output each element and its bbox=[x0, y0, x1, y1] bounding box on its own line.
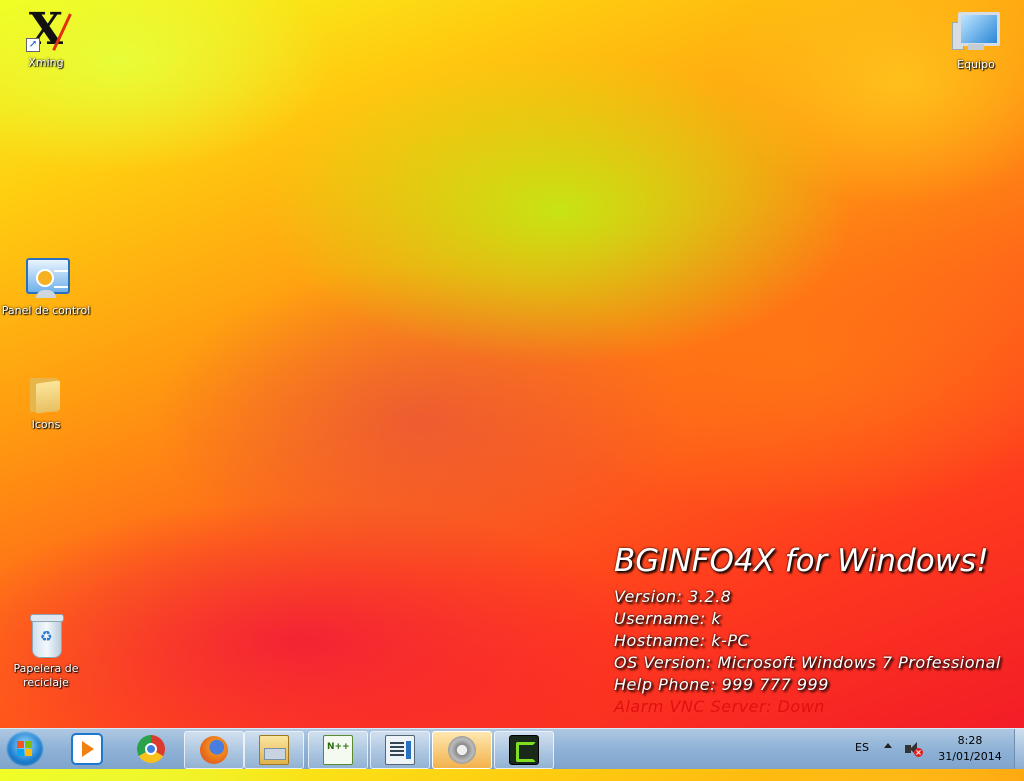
show-desktop-button[interactable] bbox=[1014, 729, 1024, 769]
taskbar-window[interactable] bbox=[370, 731, 430, 769]
taskbar-firefox[interactable] bbox=[184, 731, 244, 769]
start-button[interactable] bbox=[6, 731, 44, 767]
taskbar-greenshot[interactable] bbox=[494, 731, 554, 769]
clock-time: 8:28 bbox=[957, 734, 983, 747]
taskbar-chrome[interactable] bbox=[122, 731, 180, 767]
language-indicator[interactable]: ES bbox=[855, 741, 869, 781]
taskbar-notepad-plus-plus[interactable] bbox=[308, 731, 368, 769]
firefox-icon bbox=[200, 736, 228, 764]
xming-icon: X ↗ bbox=[22, 6, 72, 54]
taskbar-media-player[interactable] bbox=[58, 731, 116, 767]
desktop-icon-label: Icons bbox=[31, 418, 61, 431]
desktop-icon-xming[interactable]: X ↗ Xming bbox=[0, 6, 92, 70]
greenshot-icon bbox=[509, 735, 539, 765]
desktop-icon-recycle-bin[interactable]: ♻ Papelera de reciclaje bbox=[0, 612, 92, 690]
clock[interactable]: 8:28 31/01/2014 bbox=[930, 733, 1010, 765]
bginfo-os-version: OS Version: Microsoft Windows 7 Professi… bbox=[614, 653, 1001, 672]
bginfo-username: Username: k bbox=[614, 609, 722, 628]
bginfo-hostname: Hostname: k-PC bbox=[614, 631, 750, 650]
taskbar: ES × 8:28 31/01/2014 bbox=[0, 728, 1024, 769]
volume-muted-icon[interactable]: × bbox=[905, 742, 923, 757]
bginfo-panel: BGINFO4X for Windows! Version: 3.2.8 Use… bbox=[614, 540, 1001, 718]
notepad-plus-plus-icon bbox=[323, 735, 353, 765]
bginfo-help-phone: Help Phone: 999 777 999 bbox=[614, 675, 829, 694]
recycle-bin-icon: ♻ bbox=[22, 612, 70, 660]
explorer-icon bbox=[259, 735, 289, 765]
desktop-icon-label: Papelera de reciclaje bbox=[13, 662, 79, 689]
desktop-icon-label: Equipo bbox=[957, 58, 995, 71]
bginfo-version: Version: 3.2.8 bbox=[614, 587, 732, 606]
desktop-icon-equipo[interactable]: Equipo bbox=[930, 8, 1022, 72]
bginfo-alarm-vnc: Alarm VNC Server: Down bbox=[614, 697, 825, 716]
taskbar-settings[interactable] bbox=[432, 731, 492, 769]
control-panel-icon bbox=[22, 254, 70, 302]
settings-icon bbox=[448, 736, 476, 764]
folder-icon bbox=[22, 368, 70, 416]
desktop-icon-label: Xming bbox=[28, 56, 64, 69]
clock-date: 31/01/2014 bbox=[938, 750, 1002, 763]
desktop-icon-label: Panel de control bbox=[1, 304, 91, 317]
bginfo-title: BGINFO4X for Windows! bbox=[614, 543, 989, 579]
desktop-icon-control-panel[interactable]: Panel de control bbox=[0, 254, 92, 318]
desktop-icon-icons-folder[interactable]: Icons bbox=[0, 368, 92, 432]
show-hidden-icons-button[interactable] bbox=[884, 743, 892, 748]
media-player-icon bbox=[71, 733, 103, 765]
chrome-icon bbox=[137, 735, 165, 763]
window-icon bbox=[385, 735, 415, 765]
computer-icon bbox=[952, 8, 1000, 56]
taskbar-explorer[interactable] bbox=[244, 731, 304, 769]
windows-start-icon bbox=[17, 741, 33, 757]
